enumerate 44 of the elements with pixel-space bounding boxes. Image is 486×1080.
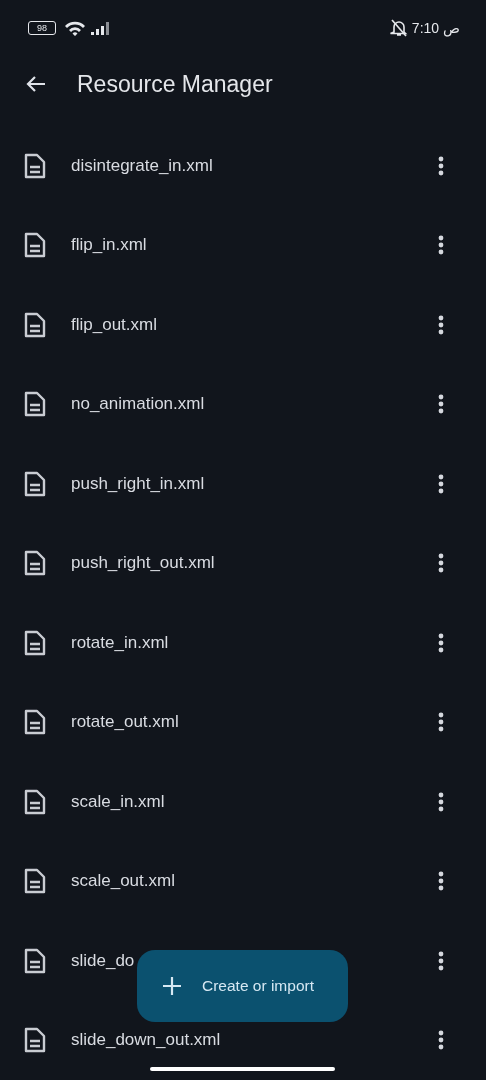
document-icon — [24, 629, 46, 656]
battery-icon: 98 — [28, 21, 56, 35]
status-time: ص 7:10 — [411, 20, 460, 36]
file-name[interactable]: rotate_in.xml — [71, 632, 169, 653]
muted-bell-icon — [389, 19, 408, 37]
document-icon — [24, 788, 46, 815]
file-name[interactable]: disintegrate_in.xml — [71, 155, 213, 176]
create-or-import-button[interactable]: Create or import — [137, 950, 348, 1022]
document-icon — [24, 391, 46, 418]
more-options-icon[interactable] — [438, 1030, 444, 1051]
document-icon — [24, 152, 46, 179]
document-icon — [24, 470, 46, 497]
file-name[interactable]: slide_do — [71, 950, 135, 971]
more-options-icon[interactable] — [438, 950, 444, 971]
more-options-icon[interactable] — [438, 871, 444, 892]
file-name[interactable]: no_animation.xml — [71, 394, 205, 415]
more-options-icon[interactable] — [438, 235, 444, 256]
plus-icon — [162, 976, 182, 996]
document-icon — [24, 868, 46, 895]
file-name[interactable]: scale_out.xml — [71, 871, 175, 892]
wifi-icon — [64, 20, 86, 36]
more-options-icon[interactable] — [438, 712, 444, 733]
document-icon — [24, 311, 46, 338]
file-name[interactable]: push_right_out.xml — [71, 553, 215, 574]
file-name[interactable]: slide_down_out.xml — [71, 1030, 221, 1051]
more-options-icon[interactable] — [438, 632, 444, 653]
more-options-icon[interactable] — [438, 791, 444, 812]
document-icon — [24, 232, 46, 259]
more-options-icon[interactable] — [438, 314, 444, 335]
signal-icon — [91, 21, 111, 35]
document-icon — [24, 709, 46, 736]
more-options-icon[interactable] — [438, 473, 444, 494]
file-name[interactable]: scale_in.xml — [71, 791, 165, 812]
file-name[interactable]: push_right_in.xml — [71, 473, 205, 494]
file-name[interactable]: flip_in.xml — [71, 235, 147, 256]
more-options-icon[interactable] — [438, 394, 444, 415]
document-icon — [24, 1027, 46, 1054]
file-name[interactable]: rotate_out.xml — [71, 712, 179, 733]
document-icon — [24, 550, 46, 577]
screen-title: Resource Manager — [77, 70, 273, 98]
more-options-icon[interactable] — [438, 553, 444, 574]
more-options-icon[interactable] — [438, 155, 444, 176]
file-name[interactable]: flip_out.xml — [71, 314, 157, 335]
document-icon — [24, 947, 46, 974]
